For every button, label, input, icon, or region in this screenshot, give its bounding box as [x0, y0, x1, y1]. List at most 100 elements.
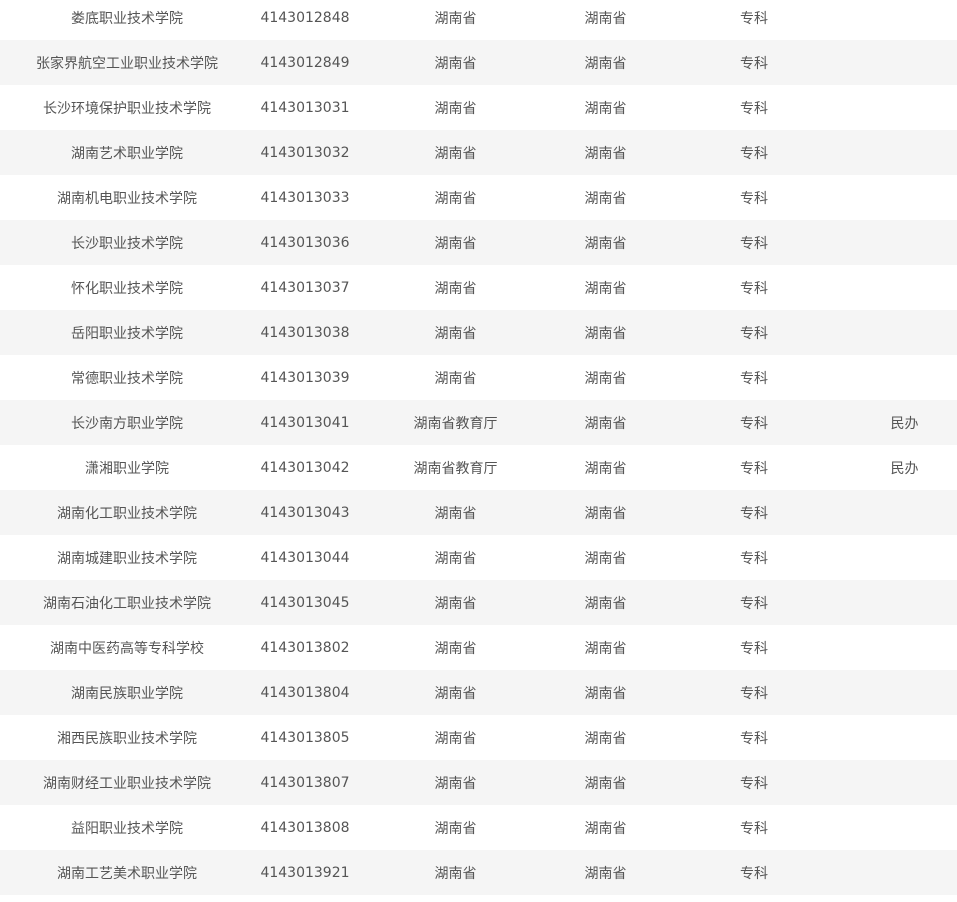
location-cell: 湖南省: [584, 100, 627, 117]
table-row: 长沙南方职业学院 4143013041 湖南省教育厅 湖南省 专科 民办: [0, 400, 957, 445]
table-row: 岳阳职业技术学院 4143013038 湖南省 湖南省 专科: [0, 310, 957, 355]
note-cell: 民办: [890, 415, 919, 432]
location-cell: 湖南省: [584, 10, 627, 27]
table-row: 益阳职业技术学院 4143013808 湖南省 湖南省 专科: [0, 805, 957, 850]
table-row: 湖南财经工业职业技术学院 4143013807 湖南省 湖南省 专科: [0, 760, 957, 805]
table-row: 长沙职业技术学院 4143013036 湖南省 湖南省 专科: [0, 220, 957, 265]
authority-cell: 湖南省: [434, 325, 477, 342]
school-code-cell: 4143013807: [260, 774, 350, 791]
school-name-cell: 岳阳职业技术学院: [71, 325, 183, 342]
location-cell: 湖南省: [584, 280, 627, 297]
school-name-cell: 益阳职业技术学院: [71, 820, 183, 837]
authority-cell: 湖南省: [434, 10, 477, 27]
location-cell: 湖南省: [584, 370, 627, 387]
authority-cell: 湖南省: [434, 640, 477, 657]
school-code-cell: 4143013043: [260, 504, 350, 521]
level-cell: 专科: [740, 145, 768, 162]
location-cell: 湖南省: [584, 685, 627, 702]
school-code-cell: 4143013038: [260, 324, 350, 341]
location-cell: 湖南省: [584, 595, 627, 612]
authority-cell: 湖南省教育厅: [413, 460, 498, 477]
location-cell: 湖南省: [584, 460, 627, 477]
authority-cell: 湖南省: [434, 370, 477, 387]
table-row: 湘西民族职业技术学院 4143013805 湖南省 湖南省 专科: [0, 715, 957, 760]
level-cell: 专科: [740, 235, 768, 252]
table-row: 湖南石油化工职业技术学院 4143013045 湖南省 湖南省 专科: [0, 580, 957, 625]
authority-cell: 湖南省: [434, 865, 477, 882]
table-row: 潇湘职业学院 4143013042 湖南省教育厅 湖南省 专科 民办: [0, 445, 957, 490]
authority-cell: 湖南省: [434, 280, 477, 297]
table-row: 湖南民族职业学院 4143013804 湖南省 湖南省 专科: [0, 670, 957, 715]
school-code-cell: 4143012848: [260, 9, 350, 26]
school-code-cell: 4143013042: [260, 459, 350, 476]
school-name-cell: 湖南化工职业技术学院: [57, 505, 197, 522]
authority-cell: 湖南省: [434, 100, 477, 117]
authority-cell: 湖南省: [434, 55, 477, 72]
authority-cell: 湖南省: [434, 505, 477, 522]
school-code-cell: 4143013039: [260, 369, 350, 386]
school-code-cell: 4143013808: [260, 819, 350, 836]
school-name-cell: 常德职业技术学院: [71, 370, 183, 387]
table-row: 娄底职业技术学院 4143012848 湖南省 湖南省 专科: [0, 0, 957, 40]
location-cell: 湖南省: [584, 325, 627, 342]
authority-cell: 湖南省: [434, 730, 477, 747]
authority-cell: 湖南省: [434, 235, 477, 252]
level-cell: 专科: [740, 595, 768, 612]
school-name-cell: 湖南机电职业技术学院: [57, 190, 197, 207]
school-name-cell: 湖南民族职业学院: [71, 685, 183, 702]
level-cell: 专科: [740, 505, 768, 522]
authority-cell: 湖南省: [434, 550, 477, 567]
level-cell: 专科: [740, 325, 768, 342]
school-code-cell: 4143013041: [260, 414, 350, 431]
location-cell: 湖南省: [584, 190, 627, 207]
level-cell: 专科: [740, 415, 768, 432]
school-name-cell: 长沙职业技术学院: [71, 235, 183, 252]
location-cell: 湖南省: [584, 730, 627, 747]
table-row: 湖南中医药高等专科学校 4143013802 湖南省 湖南省 专科: [0, 625, 957, 670]
level-cell: 专科: [740, 685, 768, 702]
level-cell: 专科: [740, 640, 768, 657]
school-code-cell: 4143013033: [260, 189, 350, 206]
level-cell: 专科: [740, 10, 768, 27]
level-cell: 专科: [740, 865, 768, 882]
school-name-cell: 娄底职业技术学院: [71, 10, 183, 27]
school-name-cell: 湘西民族职业技术学院: [57, 730, 197, 747]
location-cell: 湖南省: [584, 550, 627, 567]
school-code-cell: 4143013804: [260, 684, 350, 701]
school-code-cell: 4143013037: [260, 279, 350, 296]
table-row: 湖南化工职业技术学院 4143013043 湖南省 湖南省 专科: [0, 490, 957, 535]
table-row: 怀化职业技术学院 4143013037 湖南省 湖南省 专科: [0, 265, 957, 310]
note-cell: 民办: [890, 460, 919, 477]
school-code-cell: 4143013045: [260, 594, 350, 611]
school-name-cell: 湖南工艺美术职业学院: [57, 865, 197, 882]
authority-cell: 湖南省: [434, 595, 477, 612]
school-name-cell: 湖南中医药高等专科学校: [50, 640, 204, 657]
location-cell: 湖南省: [584, 505, 627, 522]
level-cell: 专科: [740, 370, 768, 387]
level-cell: 专科: [740, 775, 768, 792]
level-cell: 专科: [740, 100, 768, 117]
authority-cell: 湖南省: [434, 685, 477, 702]
level-cell: 专科: [740, 460, 768, 477]
level-cell: 专科: [740, 280, 768, 297]
authority-cell: 湖南省: [434, 145, 477, 162]
school-code-cell: 4143013036: [260, 234, 350, 251]
school-code-cell: 4143013031: [260, 99, 350, 116]
school-name-cell: 湖南艺术职业学院: [71, 145, 183, 162]
table-row: 湖南机电职业技术学院 4143013033 湖南省 湖南省 专科: [0, 175, 957, 220]
location-cell: 湖南省: [584, 640, 627, 657]
school-table: 娄底职业技术学院 4143012848 湖南省 湖南省 专科 张家界航空工业职业技术学院 4…: [0, 0, 957, 895]
school-code-cell: 4143013032: [260, 144, 350, 161]
location-cell: 湖南省: [584, 775, 627, 792]
school-name-cell: 湖南石油化工职业技术学院: [43, 595, 211, 612]
location-cell: 湖南省: [584, 235, 627, 252]
school-name-cell: 湖南财经工业职业技术学院: [43, 775, 211, 792]
school-name-cell: 怀化职业技术学院: [71, 280, 183, 297]
location-cell: 湖南省: [584, 145, 627, 162]
level-cell: 专科: [740, 730, 768, 747]
table-row: 常德职业技术学院 4143013039 湖南省 湖南省 专科: [0, 355, 957, 400]
school-code-cell: 4143013921: [260, 864, 350, 881]
authority-cell: 湖南省: [434, 775, 477, 792]
table-row: 长沙环境保护职业技术学院 4143013031 湖南省 湖南省 专科: [0, 85, 957, 130]
school-code-cell: 4143013802: [260, 639, 350, 656]
